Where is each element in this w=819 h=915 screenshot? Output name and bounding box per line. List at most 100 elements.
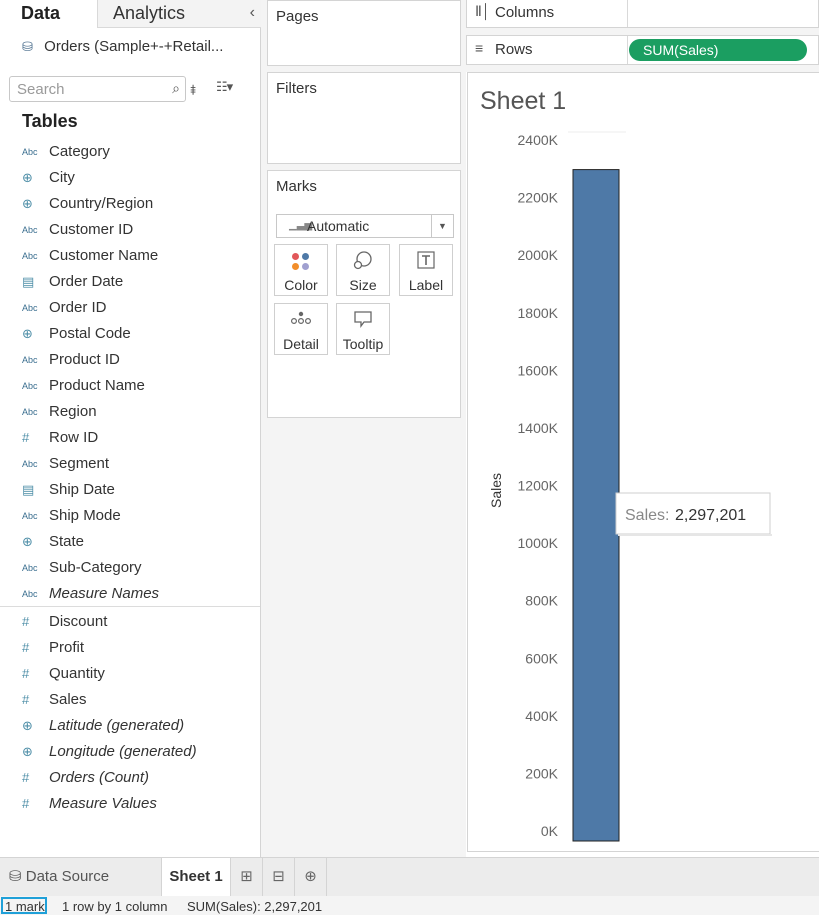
field-label: Product Name (49, 377, 145, 394)
string-type-icon: Abc (22, 381, 38, 391)
filters-card[interactable]: Filters (267, 72, 461, 164)
field-label: Measure Values (49, 795, 157, 812)
number-type-icon: # (22, 614, 30, 629)
field-quantity[interactable]: # Quantity (0, 661, 260, 687)
label-button[interactable]: Label (399, 244, 453, 296)
field-country-region[interactable]: ⊕ Country/Region (0, 191, 260, 217)
sum-sales-pill[interactable]: SUM(Sales) (629, 39, 807, 61)
tab-analytics[interactable]: Analytics ‹ (97, 0, 261, 28)
field-product-id[interactable]: Abc Product ID (0, 347, 260, 373)
tooltip-label: Tooltip (342, 336, 384, 352)
field-label: City (49, 169, 75, 186)
sum-summary: SUM(Sales): 2,297,201 (187, 899, 323, 914)
y-tick-label: 1800K (518, 305, 559, 321)
color-button[interactable]: Color (274, 244, 328, 296)
mark-type-dropdown[interactable]: ▁▃▅ Automatic ▼ (276, 214, 454, 238)
measures-divider (0, 606, 260, 607)
pages-card[interactable]: Pages (267, 0, 461, 66)
search-box: ⌕ (9, 76, 186, 102)
new-story-icon[interactable]: ⊕ (295, 858, 327, 896)
y-tick-label: 1000K (518, 535, 559, 551)
columns-shelf[interactable]: Ⅱ│ Columns (466, 0, 819, 28)
sheet-title[interactable]: Sheet 1 (480, 87, 566, 116)
tooltip-icon (337, 310, 389, 333)
columns-icon: Ⅱ│ (475, 3, 491, 19)
field-customer-id[interactable]: Abc Customer ID (0, 217, 260, 243)
field-profit[interactable]: # Profit (0, 635, 260, 661)
search-input[interactable] (10, 77, 160, 101)
datasource-icon: ⛁ (22, 39, 33, 54)
field-ship-date[interactable]: ▤ Ship Date (0, 477, 260, 503)
datasource-selector[interactable]: ⛁ Orders (Sample+-+Retail... (22, 38, 223, 55)
field-ship-mode[interactable]: Abc Ship Mode (0, 503, 260, 529)
field-label: Postal Code (49, 325, 131, 342)
collapse-pane-icon[interactable]: ‹ (250, 0, 255, 26)
field-measure-names[interactable]: Abc Measure Names (0, 581, 260, 607)
field-region[interactable]: Abc Region (0, 399, 260, 425)
detail-label: Detail (283, 336, 319, 352)
field-customer-name[interactable]: Abc Customer Name (0, 243, 260, 269)
field-label: Quantity (49, 665, 105, 682)
field-label: Ship Date (49, 481, 115, 498)
field-category[interactable]: Abc Category (0, 139, 260, 165)
rows-columns-count: 1 row by 1 column (62, 899, 168, 914)
pane-tabs: Data Analytics ‹ (0, 0, 261, 28)
field-label: Customer ID (49, 221, 134, 238)
field-measure-values[interactable]: # Measure Values (0, 791, 260, 817)
tab-data[interactable]: Data (0, 0, 97, 28)
field-postal-code[interactable]: ⊕ Postal Code (0, 321, 260, 347)
field-order-id[interactable]: Abc Order ID (0, 295, 260, 321)
field-label: Latitude (generated) (49, 717, 185, 734)
new-worksheet-icon[interactable]: ⊞ (231, 858, 263, 896)
search-icon[interactable]: ⌕ (172, 80, 180, 97)
field-discount[interactable]: # Discount (0, 609, 260, 635)
new-dashboard-icon[interactable]: ⊟ (263, 858, 295, 896)
field-label: Order Date (49, 273, 124, 290)
globe-icon: ⊕ (22, 744, 33, 759)
marks-title: Marks (276, 178, 317, 195)
chevron-down-icon[interactable]: ▼ (431, 215, 453, 237)
field-label: Row ID (49, 429, 99, 446)
number-type-icon: # (22, 640, 30, 655)
rows-shelf[interactable]: ≡ Rows SUM(Sales) (466, 35, 819, 65)
y-tick-label: 200K (525, 765, 558, 781)
field-state[interactable]: ⊕ State (0, 529, 260, 555)
data-pane: Data Analytics ‹ ⛁ Orders (Sample+-+Reta… (0, 0, 261, 857)
shelf-divider (627, 36, 628, 64)
field-longitude-generated[interactable]: ⊕ Longitude (generated) (0, 739, 260, 765)
label-label: Label (408, 277, 444, 293)
tooltip-button[interactable]: Tooltip (336, 303, 390, 355)
view-options-icon[interactable]: ☷▾ (216, 79, 233, 95)
field-row-id[interactable]: # Row ID (0, 425, 260, 451)
string-type-icon: Abc (22, 511, 38, 521)
mark-type-value: Automatic (307, 218, 370, 234)
field-product-name[interactable]: Abc Product Name (0, 373, 260, 399)
field-label: Order ID (49, 299, 107, 316)
rows-icon: ≡ (475, 40, 484, 56)
tab-analytics-label: Analytics (113, 3, 186, 23)
field-sales[interactable]: # Sales (0, 687, 260, 713)
field-label: Longitude (generated) (49, 743, 197, 760)
field-order-date[interactable]: ▤ Order Date (0, 269, 260, 295)
bar-mark[interactable] (572, 169, 620, 842)
cards-column: Pages Filters Marks ▁▃▅ Automatic ▼ Colo… (261, 0, 466, 857)
size-button[interactable]: Size (336, 244, 390, 296)
y-axis-title: Sales (488, 473, 504, 508)
field-sub-category[interactable]: Abc Sub-Category (0, 555, 260, 581)
globe-icon: ⊕ (22, 196, 33, 211)
marks-card: Marks ▁▃▅ Automatic ▼ Color Size Label D… (267, 170, 461, 418)
detail-button[interactable]: Detail (274, 303, 328, 355)
globe-icon: ⊕ (22, 534, 33, 549)
pages-title: Pages (276, 8, 319, 25)
filter-icon[interactable]: ⯒ (190, 80, 196, 104)
tab-data-source[interactable]: ⛁ Data Source (0, 858, 160, 896)
field-segment[interactable]: Abc Segment (0, 451, 260, 477)
filters-title: Filters (276, 80, 317, 97)
field-orders-count[interactable]: # Orders (Count) (0, 765, 260, 791)
y-tick-label: 600K (525, 650, 558, 666)
marks-count[interactable]: 1 mark (1, 897, 47, 914)
field-latitude-generated[interactable]: ⊕ Latitude (generated) (0, 713, 260, 739)
field-city[interactable]: ⊕ City (0, 165, 260, 191)
string-type-icon: Abc (22, 407, 38, 417)
tab-sheet-1[interactable]: Sheet 1 (161, 858, 231, 896)
